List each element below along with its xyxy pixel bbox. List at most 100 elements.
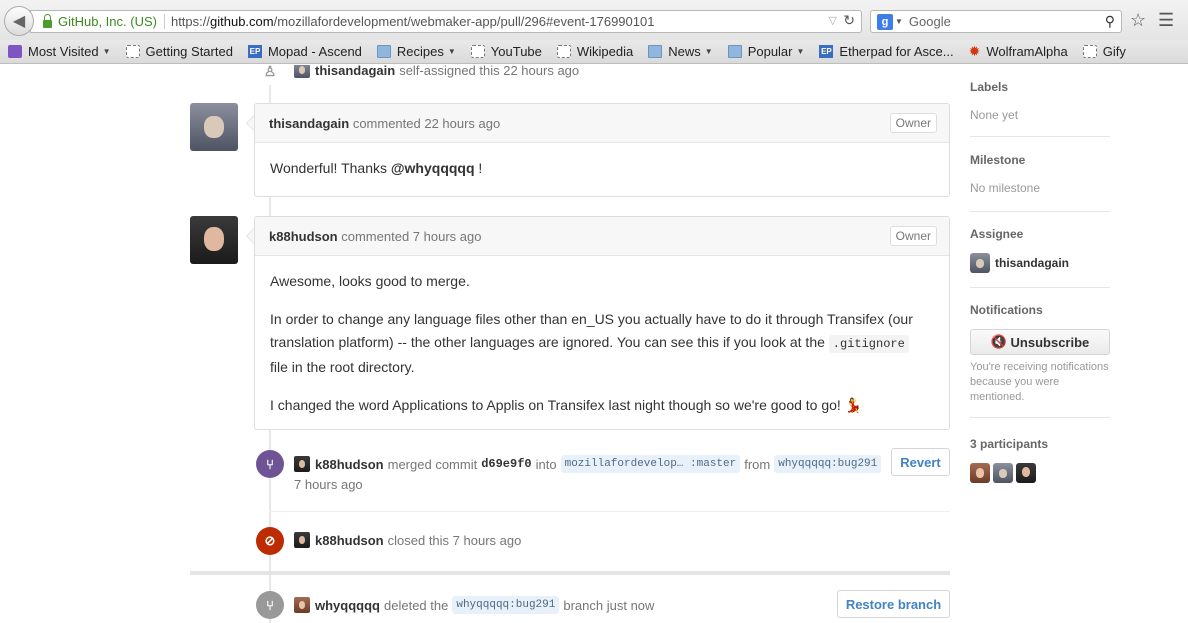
sidebar-divider — [970, 287, 1110, 288]
avatar[interactable] — [190, 103, 238, 151]
event-author[interactable]: whyqqqqq — [315, 598, 380, 613]
bookmark-most-visited[interactable]: Most Visited ▼ — [8, 44, 111, 59]
most-visited-icon — [8, 45, 22, 58]
avatar[interactable] — [294, 456, 310, 472]
event-author[interactable]: thisandagain — [315, 65, 395, 78]
google-icon[interactable]: g — [877, 13, 893, 30]
merge-event: k88hudson merged commit d69e9f0 into moz… — [294, 455, 885, 473]
page-icon — [1082, 45, 1097, 58]
etherpad-icon: EP — [819, 45, 834, 58]
participants-list — [970, 463, 1110, 483]
assignee[interactable]: thisandagain — [970, 253, 1110, 273]
labels-section: Labels None yet — [970, 80, 1110, 122]
mute-icon: 🔇 — [990, 334, 1011, 349]
assignee-title[interactable]: Assignee — [970, 227, 1110, 241]
sidebar-divider — [970, 136, 1110, 137]
target-branch[interactable]: mozillafordevelop… :master — [560, 455, 741, 473]
commit-sha[interactable]: d69e9f0 — [481, 457, 531, 471]
milestone-title[interactable]: Milestone — [970, 153, 1110, 167]
deleted-branch[interactable]: whyqqqqq:bug291 — [452, 596, 560, 614]
url-text[interactable]: https://github.com/mozillafordevelopment… — [171, 14, 654, 29]
revert-button[interactable]: Revert — [891, 448, 950, 476]
milestone-section: Milestone No milestone — [970, 153, 1110, 195]
comment: k88hudson commented 7 hours ago Owner Aw… — [246, 216, 950, 430]
avatar[interactable] — [1016, 463, 1036, 483]
reload-icon[interactable]: ↻ — [843, 12, 855, 29]
back-button[interactable]: ◀ — [4, 6, 34, 36]
comment-timestamp[interactable]: commented 7 hours ago — [341, 229, 481, 244]
bookmark-wolframalpha[interactable]: ✹ WolframAlpha — [969, 44, 1068, 59]
avatar[interactable] — [294, 65, 310, 78]
comment-header: thisandagain commented 22 hours ago Owne… — [255, 104, 949, 143]
chevron-down-icon[interactable]: ▼ — [895, 17, 903, 26]
notifications-section: Notifications 🔇 Unsubscribe You're recei… — [970, 303, 1110, 405]
folder-icon — [648, 45, 663, 58]
labels-title[interactable]: Labels — [970, 80, 1110, 94]
bookmark-wikipedia[interactable]: Wikipedia — [556, 44, 633, 59]
participants-title: 3 participants — [970, 437, 1049, 451]
search-box[interactable]: g ▼ Google ⚲ — [870, 10, 1122, 33]
restore-branch-button[interactable]: Restore branch — [837, 590, 950, 618]
bookmark-getting-started[interactable]: Getting Started — [125, 44, 233, 59]
bookmark-star-icon[interactable]: ☆ — [1130, 10, 1146, 31]
milestone-value: No milestone — [970, 181, 1041, 195]
chevron-down-icon: ▼ — [447, 47, 456, 56]
avatar[interactable] — [294, 532, 310, 548]
section-divider — [190, 571, 950, 575]
avatar[interactable] — [993, 463, 1013, 483]
assign-person-icon: ♙ — [256, 65, 284, 85]
back-arrow-icon: ◀ — [12, 13, 26, 30]
assign-event: thisandagain self-assigned this 22 hours… — [294, 65, 579, 78]
branch-icon: ⑂ — [256, 591, 284, 619]
user-mention[interactable]: @whyqqqqq — [391, 160, 475, 176]
comment-body: Awesome, looks good to merge. In order t… — [270, 273, 913, 413]
chevron-down-icon: ▼ — [704, 47, 713, 56]
assignee-section: Assignee thisandagain — [970, 227, 1110, 273]
avatar[interactable] — [294, 597, 310, 613]
merge-icon: ⑂ — [256, 450, 284, 478]
site-identity[interactable]: GitHub, Inc. (US) — [58, 14, 165, 29]
dancer-emoji-icon: 💃 — [844, 397, 863, 413]
avatar[interactable] — [970, 463, 990, 483]
assignee-name[interactable]: thisandagain — [995, 256, 1069, 270]
bookmark-youtube[interactable]: YouTube — [470, 44, 542, 59]
notifications-reason: You're receiving notifications because y… — [970, 361, 1109, 403]
page-icon — [470, 45, 485, 58]
event-author[interactable]: k88hudson — [315, 457, 384, 472]
chevron-down-icon: ▼ — [796, 47, 805, 56]
avatar[interactable] — [970, 253, 990, 273]
sidebar-divider — [970, 417, 1110, 418]
comment-timestamp[interactable]: commented 22 hours ago — [353, 116, 500, 131]
search-icon[interactable]: ⚲ — [1105, 13, 1115, 30]
event-author[interactable]: k88hudson — [315, 533, 384, 548]
unsubscribe-button[interactable]: 🔇 Unsubscribe — [970, 329, 1110, 355]
url-dropdown-icon[interactable]: ▽ — [829, 14, 837, 27]
bookmark-etherpad[interactable]: EP Etherpad for Asce... — [819, 44, 954, 59]
comment-author[interactable]: k88hudson — [269, 229, 338, 244]
code-snippet: .gitignore — [828, 335, 909, 353]
chevron-down-icon: ▼ — [102, 47, 111, 56]
page-icon — [125, 45, 140, 58]
avatar[interactable] — [190, 216, 238, 264]
comment-body: Wonderful! Thanks @whyqqqqq ! — [270, 160, 483, 176]
divider — [269, 511, 950, 512]
folder-icon — [727, 45, 742, 58]
bookmarks-menu-icon[interactable]: ☰ — [1158, 10, 1174, 31]
pull-request-discussion: ♙ thisandagain self-assigned this 22 hou… — [0, 65, 1188, 623]
owner-badge: Owner — [889, 226, 937, 246]
lock-icon — [43, 13, 52, 28]
wolfram-icon: ✹ — [968, 43, 981, 59]
comment-author[interactable]: thisandagain — [269, 116, 349, 131]
bookmark-news[interactable]: News ▼ — [648, 44, 713, 59]
address-bar[interactable]: GitHub, Inc. (US) https://github.com/moz… — [30, 10, 862, 33]
search-input[interactable]: Google — [909, 14, 951, 29]
merge-time[interactable]: 7 hours ago — [294, 477, 363, 492]
bookmark-popular[interactable]: Popular ▼ — [727, 44, 805, 59]
etherpad-icon: EP — [247, 45, 262, 58]
source-branch[interactable]: whyqqqqq:bug291 — [774, 455, 882, 473]
bookmark-mopad[interactable]: EP Mopad - Ascend — [247, 44, 362, 59]
owner-badge: Owner — [889, 113, 937, 133]
bookmark-recipes[interactable]: Recipes ▼ — [376, 44, 456, 59]
folder-icon — [376, 45, 391, 58]
bookmark-gify[interactable]: Gify — [1082, 44, 1126, 59]
